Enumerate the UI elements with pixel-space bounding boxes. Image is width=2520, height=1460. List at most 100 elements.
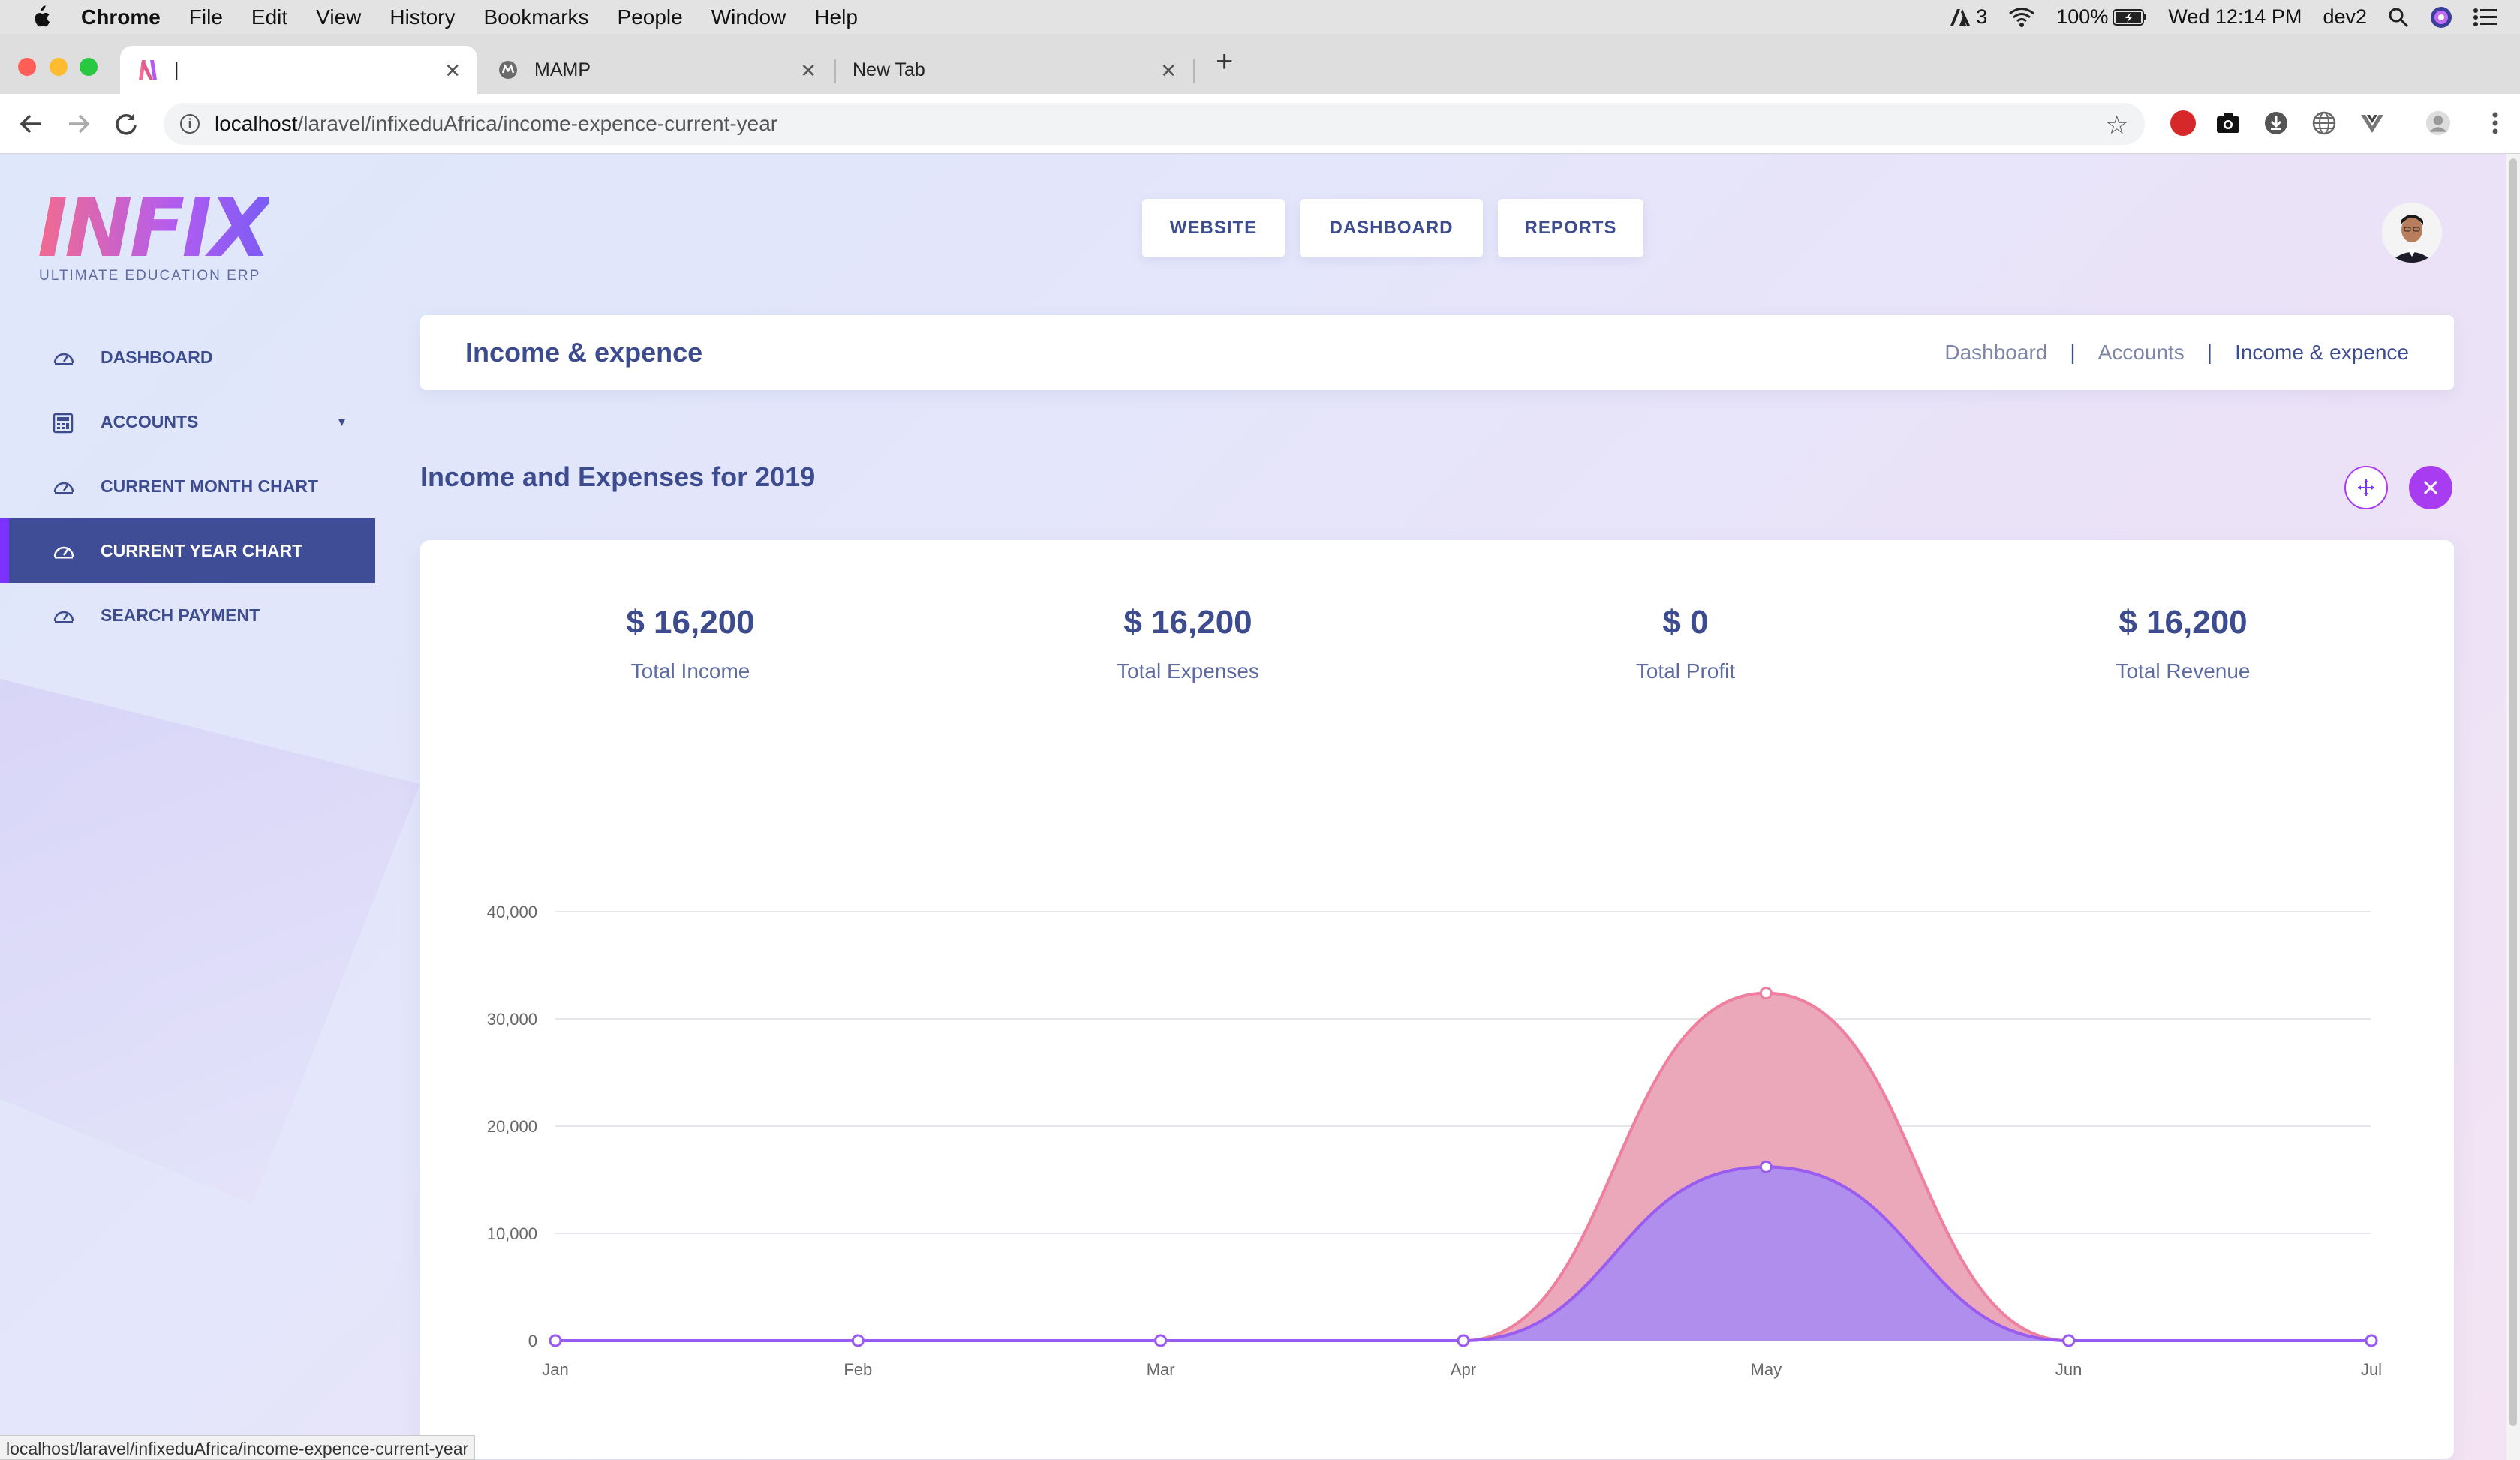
expense-point: [2062, 1334, 2076, 1347]
x-tick-label: May: [1751, 1360, 1782, 1379]
sidebar-item-label: DASHBOARD: [101, 347, 213, 367]
x-tick-label: Feb: [844, 1360, 872, 1379]
close-tab-icon[interactable]: ✕: [1160, 59, 1177, 83]
move-panel-button[interactable]: [2344, 466, 2388, 509]
menu-edit[interactable]: Edit: [251, 5, 287, 29]
page-title: Income & expence: [465, 337, 703, 368]
back-arrow-icon[interactable]: [18, 112, 44, 136]
tab-new-tab[interactable]: New Tab ✕: [836, 46, 1193, 94]
close-icon: [2423, 480, 2438, 495]
vue-devtools-extension-icon[interactable]: [2359, 110, 2385, 136]
address-bar[interactable]: i localhost/laravel/infixeduAfrica/incom…: [164, 103, 2145, 145]
sidebar-item-accounts[interactable]: ACCOUNTS ▾: [0, 389, 375, 454]
chevron-down-icon[interactable]: ▾: [338, 414, 345, 430]
music-extension-icon[interactable]: [2170, 110, 2196, 136]
tab-mamp[interactable]: MAMP ✕: [480, 46, 833, 94]
wifi-icon[interactable]: [2008, 7, 2035, 28]
move-arrows-icon: [2358, 479, 2374, 496]
y-tick-label: 10,000: [487, 1224, 537, 1243]
menu-history[interactable]: History: [389, 5, 455, 29]
page-scrollbar[interactable]: [2506, 154, 2520, 1460]
expense-point: [1154, 1334, 1168, 1347]
reload-icon[interactable]: [114, 112, 138, 136]
close-window-button[interactable]: [18, 58, 36, 76]
sidebar-item-dashboard[interactable]: DASHBOARD: [0, 325, 375, 389]
close-tab-icon[interactable]: ✕: [444, 59, 461, 83]
battery-percent: 100%: [2056, 5, 2109, 28]
notification-center-icon[interactable]: [2473, 8, 2497, 27]
expense-point: [1759, 1160, 1773, 1173]
link-status-bar: localhost/laravel/infixeduAfrica/income-…: [0, 1435, 476, 1460]
siri-icon[interactable]: [2430, 6, 2452, 29]
spotlight-search-icon[interactable]: [2388, 7, 2409, 28]
dashboard-button[interactable]: DASHBOARD: [1300, 199, 1483, 257]
tab-infix[interactable]: | ✕: [120, 46, 477, 94]
y-tick-label: 0: [528, 1332, 537, 1350]
globe-extension-icon[interactable]: [2311, 110, 2337, 136]
adobe-count: 3: [1976, 5, 1988, 28]
logo-tagline: ULTIMATE EDUCATION ERP: [39, 268, 261, 284]
speedometer-icon: [53, 348, 75, 366]
macos-menubar: Chrome File Edit View History Bookmarks …: [0, 0, 2520, 34]
menu-window[interactable]: Window: [711, 5, 786, 29]
income-expense-card: $ 16,200 Total Income $ 16,200 Total Exp…: [420, 540, 2454, 1459]
close-panel-button[interactable]: [2409, 466, 2452, 509]
user-avatar[interactable]: [2382, 203, 2442, 263]
income-point: [1759, 987, 1773, 1000]
profile-avatar-icon[interactable]: [2425, 110, 2451, 136]
menu-help[interactable]: Help: [814, 5, 858, 29]
x-tick-label: Mar: [1147, 1360, 1175, 1379]
adobe-icon: [1950, 8, 1971, 26]
breadcrumb-link-dashboard[interactable]: Dashboard: [1944, 341, 2047, 365]
user-photo-icon: [2382, 203, 2442, 263]
breadcrumb-link-accounts[interactable]: Accounts: [2098, 341, 2185, 365]
calculator-icon: [53, 413, 75, 434]
sidebar-item-label: SEARCH PAYMENT: [101, 605, 260, 625]
speedometer-icon: [53, 542, 75, 560]
scrollbar-thumb[interactable]: [2509, 158, 2517, 1426]
bookmark-star-icon[interactable]: ☆: [2106, 110, 2128, 140]
reports-button[interactable]: REPORTS: [1498, 199, 1643, 257]
sidebar-item-label: CURRENT MONTH CHART: [101, 476, 319, 496]
sidebar-item-current-month-chart[interactable]: CURRENT MONTH CHART: [0, 454, 375, 518]
apple-logo-icon[interactable]: [30, 5, 51, 29]
menu-people[interactable]: People: [618, 5, 683, 29]
breadcrumb: Dashboard | Accounts | Income & expence: [1944, 341, 2409, 365]
website-button[interactable]: WEBSITE: [1142, 199, 1285, 257]
maximize-window-button[interactable]: [80, 58, 98, 76]
breadcrumb-current[interactable]: Income & expence: [2235, 341, 2409, 365]
chrome-menu-kebab-icon[interactable]: [2482, 110, 2508, 136]
menubar-clock[interactable]: Wed 12:14 PM: [2168, 5, 2302, 29]
logo-wordmark: INFIX: [38, 182, 272, 275]
adobe-status[interactable]: 3: [1949, 5, 1987, 29]
sidebar-item-current-year-chart[interactable]: CURRENT YEAR CHART: [0, 518, 375, 583]
tab-title: |: [174, 59, 179, 80]
download-extension-icon[interactable]: [2263, 110, 2289, 136]
tab-title: MAMP: [534, 59, 591, 80]
sidebar-item-search-payment[interactable]: SEARCH PAYMENT: [0, 583, 375, 647]
expense-point: [851, 1334, 865, 1347]
site-info-icon[interactable]: i: [180, 114, 200, 134]
menu-view[interactable]: View: [316, 5, 361, 29]
battery-status[interactable]: 100%: [2056, 5, 2147, 29]
tab-divider: [1193, 59, 1195, 83]
y-tick-label: 40,000: [487, 903, 537, 921]
menubar-user[interactable]: dev2: [2323, 5, 2367, 29]
mamp-favicon-icon: [497, 59, 519, 81]
income-area: [555, 993, 2371, 1341]
minimize-window-button[interactable]: [50, 58, 68, 76]
infix-logo[interactable]: INFIX ULTIMATE EDUCATION ERP: [38, 182, 272, 284]
close-tab-icon[interactable]: ✕: [800, 59, 816, 83]
y-tick-label: 30,000: [487, 1010, 537, 1029]
menu-bookmarks[interactable]: Bookmarks: [483, 5, 588, 29]
new-tab-plus-icon[interactable]: +: [1216, 47, 1233, 77]
speedometer-icon: [53, 477, 75, 495]
x-tick-label: Jun: [2055, 1360, 2082, 1379]
url-host: localhost: [215, 112, 298, 135]
menu-file[interactable]: File: [189, 5, 223, 29]
menu-app-name[interactable]: Chrome: [81, 5, 161, 29]
forward-arrow-icon[interactable]: [66, 112, 92, 136]
browser-tab-strip: | ✕ MAMP ✕ New Tab ✕: [0, 34, 2520, 94]
camera-extension-icon[interactable]: [2215, 110, 2241, 136]
browser-toolbar: i localhost/laravel/infixeduAfrica/incom…: [0, 94, 2520, 154]
